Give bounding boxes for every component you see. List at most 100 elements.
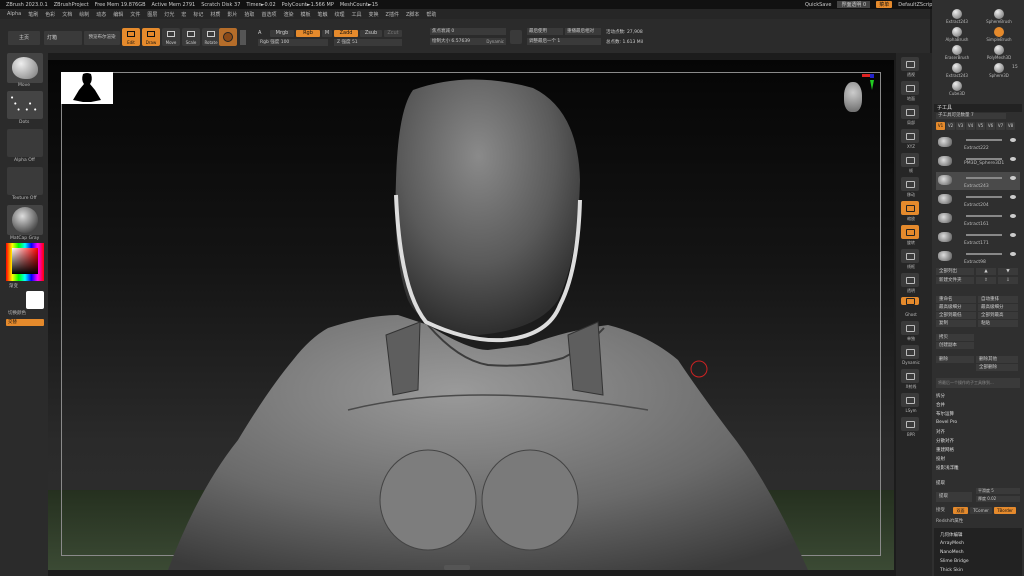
- duplicate-button[interactable]: 创建副本: [936, 342, 974, 349]
- quicksave-button[interactable]: QuickSave: [805, 2, 831, 8]
- home-button[interactable]: 主页: [8, 31, 40, 45]
- vtab-v3[interactable]: V3: [956, 122, 965, 130]
- focal-shift-slider[interactable]: 焦点衰减 0: [430, 28, 506, 35]
- eye-icon[interactable]: [1010, 195, 1016, 199]
- geometry-item[interactable]: NanoMesh: [940, 550, 964, 555]
- section-header[interactable]: 投射: [936, 456, 945, 462]
- menu-item[interactable]: 渲染: [283, 11, 293, 18]
- geometry-item[interactable]: Thick Skin: [940, 568, 963, 573]
- menu-item[interactable]: 纹理: [335, 11, 345, 18]
- section-header[interactable]: 拆分: [936, 393, 945, 399]
- subtool-op-button[interactable]: 重命名: [936, 296, 976, 303]
- section-header[interactable]: 布尔运算: [936, 411, 954, 417]
- shelf-button[interactable]: [901, 417, 919, 431]
- shelf-button[interactable]: [901, 369, 919, 383]
- subtool-opacity-slider[interactable]: [966, 158, 1002, 160]
- menu-item[interactable]: Z插件: [386, 11, 399, 18]
- section-header[interactable]: 分散对齐: [936, 438, 954, 444]
- section-header[interactable]: 合并: [936, 402, 945, 408]
- default-zscript[interactable]: DefaultZScript: [898, 2, 934, 8]
- tborder-button[interactable]: TBorder: [994, 507, 1016, 514]
- tool-edit-button[interactable]: Edit: [122, 28, 140, 46]
- menu-item[interactable]: Z脚本: [406, 11, 419, 18]
- menu-item[interactable]: 工具: [352, 11, 362, 18]
- menu-item[interactable]: 变换: [369, 11, 379, 18]
- eye-icon[interactable]: [1010, 233, 1016, 237]
- rgb-button[interactable]: Rgb: [296, 30, 320, 37]
- subtool-op-button[interactable]: 自动重排: [978, 296, 1018, 303]
- menu-item[interactable]: 动态: [96, 11, 106, 18]
- copy-button[interactable]: 拷贝: [936, 334, 974, 341]
- vtab-v1[interactable]: V1: [936, 122, 945, 130]
- tcorner-button[interactable]: TCorner: [970, 507, 992, 514]
- menu-item[interactable]: 笔触: [317, 11, 327, 18]
- double-button[interactable]: 双面: [953, 507, 968, 514]
- subtool-opacity-slider[interactable]: [966, 196, 1002, 198]
- new-folder-button[interactable]: 新建文件夹: [936, 277, 974, 284]
- menu-item[interactable]: 编辑: [113, 11, 123, 18]
- move-down-button[interactable]: ⇩: [998, 277, 1018, 284]
- subtool-opacity-slider[interactable]: [966, 177, 1002, 179]
- color-picker[interactable]: [6, 243, 44, 281]
- menu-item[interactable]: 拾取: [244, 11, 254, 18]
- smooth-slider[interactable]: 平滑度 5: [976, 488, 1020, 494]
- shelf-button[interactable]: [901, 249, 919, 263]
- draw-size-icon[interactable]: [510, 30, 522, 44]
- lightbox-button[interactable]: 灯箱: [44, 31, 82, 45]
- menu-item[interactable]: 标记: [193, 11, 203, 18]
- m-button[interactable]: M: [322, 30, 332, 37]
- subtool-op-button[interactable]: 最高级细分: [978, 304, 1018, 311]
- material-ball-button[interactable]: [219, 28, 237, 46]
- adjust-last-slider[interactable]: 调整最后一个 1: [527, 38, 601, 45]
- shelf-button[interactable]: [901, 153, 919, 167]
- section-header[interactable]: 投影浅浮雕: [936, 465, 959, 471]
- menu-item[interactable]: 色彩: [45, 11, 55, 18]
- menus-button[interactable]: 菜单: [876, 1, 893, 8]
- shelf-button[interactable]: [901, 297, 919, 305]
- menu-item[interactable]: 模板: [300, 11, 310, 18]
- mrgb-button[interactable]: Mrgb: [270, 30, 294, 37]
- menu-item[interactable]: 笔刷: [28, 11, 38, 18]
- vtab-v4[interactable]: V4: [966, 122, 975, 130]
- shelf-button[interactable]: [901, 105, 919, 119]
- subtool-opacity-slider[interactable]: [966, 234, 1002, 236]
- thickness-slider[interactable]: 厚度 0.02: [976, 496, 1020, 502]
- tool-thumb[interactable]: Cube3D: [937, 81, 977, 99]
- rgb-intensity-slider[interactable]: Rgb 强度 100: [258, 39, 328, 46]
- shelf-button[interactable]: [901, 129, 919, 143]
- subtool-opacity-slider[interactable]: [966, 253, 1002, 255]
- subtool-opacity-slider[interactable]: [966, 139, 1002, 141]
- subtool-row[interactable]: Extract204: [936, 191, 1020, 209]
- visible-count-slider[interactable]: 子工具可见数量 7: [936, 113, 1006, 119]
- shelf-button[interactable]: [901, 201, 919, 215]
- subtool-op-button[interactable]: 全部到最低: [936, 312, 976, 319]
- shelf-button[interactable]: [901, 321, 919, 335]
- menu-item[interactable]: Alpha: [7, 11, 21, 17]
- subtool-op-button[interactable]: 复制: [936, 320, 976, 327]
- subtool-op-button[interactable]: 最高级细分: [936, 304, 976, 311]
- scroll-handle[interactable]: [444, 565, 470, 570]
- brush-thumbnail-button[interactable]: [7, 53, 43, 83]
- canvas-viewport[interactable]: [48, 60, 894, 570]
- vtab-v8[interactable]: V8: [1006, 122, 1015, 130]
- tool-draw-button[interactable]: Draw: [142, 28, 160, 46]
- shelf-button[interactable]: [901, 345, 919, 359]
- menu-item[interactable]: 首选项: [261, 11, 276, 18]
- material-thumbnail-button[interactable]: [7, 205, 43, 235]
- alpha-thumbnail-button[interactable]: [7, 129, 43, 157]
- arrow-down-button[interactable]: ▼: [998, 268, 1018, 275]
- secondary-color-swatch[interactable]: [26, 291, 44, 309]
- extract-section-header[interactable]: 提取: [936, 480, 945, 486]
- tool-thumb[interactable]: EraserBrush: [937, 45, 977, 63]
- accept-button[interactable]: 接受: [936, 507, 951, 514]
- section-header[interactable]: 对齐: [936, 429, 945, 435]
- draw-size-slider[interactable]: 绘制大小 6.57639 Dynamic: [430, 38, 506, 45]
- preview-boolean-button[interactable]: 预览布尔渲染: [84, 31, 120, 45]
- zadd-button[interactable]: Zadd: [334, 30, 358, 37]
- stroke-thumbnail-button[interactable]: • • • • • •: [7, 91, 43, 119]
- last-used-button[interactable]: 最后使用: [527, 28, 563, 35]
- tool-thumb[interactable]: Extract243: [937, 9, 977, 27]
- list-all-button[interactable]: 全部列出: [936, 268, 974, 275]
- zcut-button[interactable]: Zcut: [384, 30, 402, 37]
- transparency-slider[interactable]: 界面透明 0: [837, 1, 871, 8]
